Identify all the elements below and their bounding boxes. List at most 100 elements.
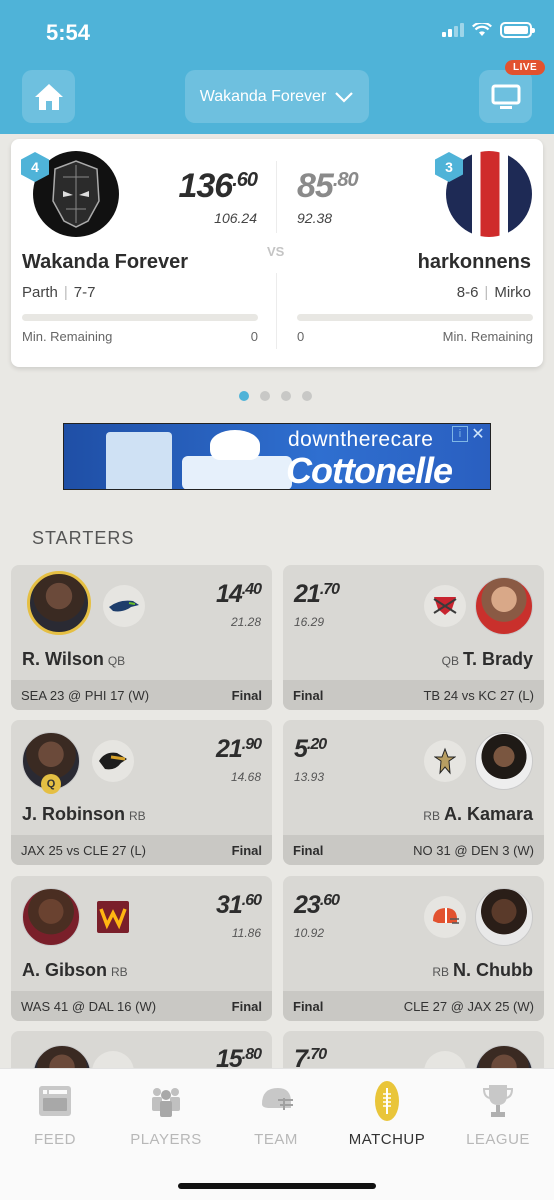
- football-icon: [367, 1081, 407, 1121]
- tab-team[interactable]: TEAM: [221, 1069, 331, 1169]
- player-points: 21.90: [215, 735, 262, 763]
- player-avatar: [475, 888, 533, 946]
- matchup-card[interactable]: 4 3 136.60 106.24 85.80 92.38 VS Wakanda…: [11, 139, 543, 367]
- jaguars-logo-icon: [92, 740, 134, 782]
- team-name-right: harkonnens: [417, 251, 531, 273]
- status-icons: [442, 22, 535, 38]
- player-points: 21.70: [294, 580, 340, 608]
- player-card[interactable]: Q 21.90 14.68 J. Robinson RB JAX 25 vs CL…: [11, 720, 272, 865]
- buccaneers-logo-icon: [424, 585, 466, 627]
- team-selector[interactable]: Wakanda Forever: [185, 70, 369, 123]
- tab-label: TEAM: [254, 1131, 298, 1148]
- player-card[interactable]: 14.40 21.28 R. Wilson QB SEA 23 @ PHI 17 …: [11, 565, 272, 710]
- player-card[interactable]: 31.60 11.86 A. Gibson RB WAS 41 @ DAL 16 …: [11, 876, 272, 1021]
- players-icon: [146, 1081, 186, 1121]
- player-name: R. Wilson QB: [22, 649, 126, 669]
- wifi-icon: [472, 23, 492, 36]
- min-remaining-left: Min. Remaining 0: [22, 329, 258, 344]
- player-projection: 10.92: [294, 926, 325, 940]
- browns-logo-icon: [424, 896, 466, 938]
- projected-left: 106.24: [214, 210, 257, 226]
- helmet-icon: [256, 1081, 296, 1121]
- player-projection: 13.93: [294, 770, 325, 784]
- tab-label: PLAYERS: [130, 1131, 202, 1148]
- page-dot[interactable]: [281, 391, 291, 401]
- tab-label: MATCHUP: [348, 1131, 426, 1148]
- live-tv-button[interactable]: [479, 70, 532, 123]
- page-indicator[interactable]: [239, 391, 312, 401]
- player-avatar: [475, 577, 533, 635]
- ad-banner[interactable]: downtherecare Cottonelle i ✕: [63, 423, 491, 490]
- score-right: 85.80: [297, 167, 359, 205]
- team-info-right: 8-6 | Mirko: [456, 284, 531, 301]
- team-selector-label: Wakanda Forever: [199, 87, 327, 105]
- questionable-badge: Q: [41, 774, 61, 794]
- tab-feed[interactable]: FEED: [0, 1069, 110, 1169]
- player-points: 23.60: [294, 891, 340, 919]
- player-card[interactable]: 21.70 16.29 QB T. Brady Final TB 24 vs KC …: [283, 565, 544, 710]
- home-button[interactable]: [22, 70, 75, 123]
- tab-label: FEED: [33, 1131, 76, 1148]
- seahawks-logo-icon: [103, 585, 145, 627]
- player-points: 31.60: [215, 891, 262, 919]
- tab-matchup[interactable]: MATCHUP: [332, 1069, 442, 1169]
- vs-label: VS: [267, 244, 285, 259]
- feed-icon: [35, 1081, 75, 1121]
- player-name: QB T. Brady: [441, 649, 533, 669]
- player-projection: 11.86: [231, 926, 261, 940]
- progress-bar-right: [297, 314, 533, 321]
- player-points: 5.20: [294, 735, 327, 763]
- game-result: WAS 41 @ DAL 16 (W) Final: [11, 991, 272, 1021]
- home-icon: [34, 83, 63, 110]
- score-left: 136.60: [178, 167, 258, 205]
- player-points: 14.40: [215, 580, 262, 608]
- battery-icon: [500, 22, 535, 38]
- ad-close-icon[interactable]: ✕: [469, 425, 487, 443]
- ad-product-image: [182, 456, 292, 489]
- page-dot[interactable]: [239, 391, 249, 401]
- ad-product-image: [210, 430, 260, 460]
- divider: [276, 161, 277, 233]
- section-title-starters: STARTERS: [32, 528, 135, 548]
- trophy-icon: [478, 1081, 518, 1121]
- signal-icon: [442, 23, 464, 37]
- ad-headline: downtherecare: [288, 428, 434, 451]
- min-remaining-right: 0 Min. Remaining: [297, 329, 533, 344]
- progress-bar-left: [22, 314, 258, 321]
- ad-product-image: [106, 432, 172, 489]
- player-projection: 14.68: [230, 770, 261, 784]
- tab-label: LEAGUE: [466, 1131, 530, 1148]
- player-name: J. Robinson RB: [22, 804, 146, 824]
- page-dot[interactable]: [260, 391, 270, 401]
- washington-logo-icon: [92, 896, 134, 938]
- game-result: JAX 25 vs CLE 27 (L) Final: [11, 835, 272, 865]
- tab-league[interactable]: LEAGUE: [443, 1069, 553, 1169]
- player-card[interactable]: 5.20 13.93 RB A. Kamara Final NO 31 @ DEN …: [283, 720, 544, 865]
- saints-logo-icon: [424, 740, 466, 782]
- bottom-tab-bar: FEED PLAYERS TEAM MATCHUP LEAGUE: [0, 1068, 554, 1200]
- ad-brand: Cottonelle: [286, 450, 453, 490]
- player-name: RB N. Chubb: [432, 960, 533, 980]
- player-name: RB A. Kamara: [423, 804, 533, 824]
- game-result: SEA 23 @ PHI 17 (W) Final: [11, 680, 272, 710]
- ad-info-icon[interactable]: i: [452, 426, 468, 442]
- live-badge: LIVE: [505, 60, 546, 75]
- player-avatar: [475, 732, 533, 790]
- game-result: Final NO 31 @ DEN 3 (W): [283, 835, 544, 865]
- divider: [276, 273, 277, 349]
- status-time: 5:54: [46, 20, 91, 45]
- team-name-left: Wakanda Forever: [22, 251, 188, 273]
- page-dot[interactable]: [302, 391, 312, 401]
- projected-right: 92.38: [297, 210, 333, 226]
- tab-players[interactable]: PLAYERS: [111, 1069, 221, 1169]
- app-header: 5:54 Wakanda Forever LIVE: [0, 0, 554, 134]
- home-indicator[interactable]: [178, 1183, 376, 1189]
- player-avatar: [27, 571, 91, 635]
- tv-icon: [491, 84, 520, 109]
- player-avatar: [22, 888, 80, 946]
- player-card[interactable]: 23.60 10.92 RB N. Chubb Final CLE 27 @ JAX…: [283, 876, 544, 1021]
- player-projection: 16.29: [294, 615, 325, 629]
- chevron-down-icon: [335, 91, 354, 103]
- game-result: Final CLE 27 @ JAX 25 (W): [283, 991, 544, 1021]
- player-projection: 21.28: [230, 615, 261, 629]
